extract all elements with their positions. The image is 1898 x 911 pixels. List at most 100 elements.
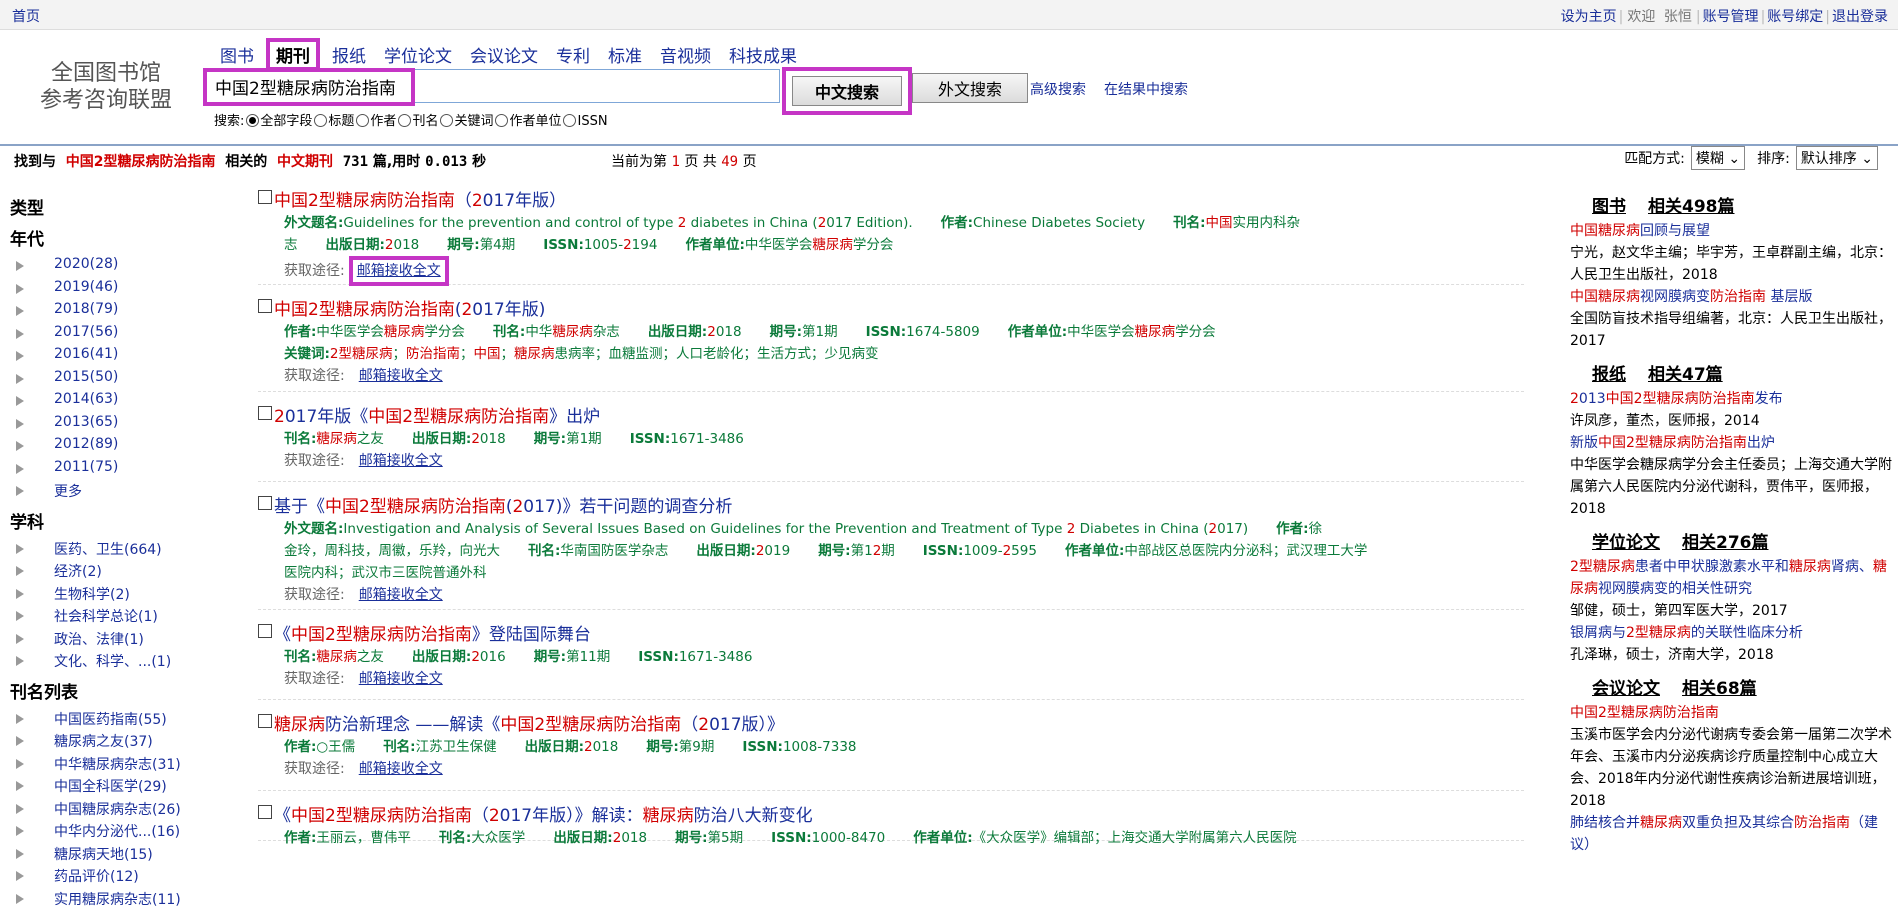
result-title-link[interactable]: 基于《中国2型糖尿病防治指南(2017)》若干问题的调查分析 [274,497,732,517]
expand-triangle-icon[interactable] [16,441,24,451]
facet-item[interactable]: 生物科学(2) [10,584,230,607]
radio-icon[interactable] [314,114,327,127]
email-fulltext-link[interactable]: 邮箱接收全文 [359,587,443,603]
email-fulltext-link[interactable]: 邮箱接收全文 [359,453,443,469]
result-title-link[interactable]: 中国2型糖尿病防治指南（2017年版） [274,191,566,211]
logo[interactable]: 全国图书馆 参考咨询联盟 [36,60,176,114]
expand-triangle-icon[interactable] [16,826,24,836]
related-header[interactable]: 会议论文相关68篇 [1570,678,1892,700]
expand-triangle-icon[interactable] [16,351,24,361]
field-option[interactable]: ISSN [561,114,607,129]
tab-2[interactable]: 报纸 [326,40,372,69]
facet-item[interactable]: 中华糖尿病杂志(31) [10,754,230,777]
facet-item[interactable]: 2018(79) [10,301,230,324]
facet-link[interactable]: 中国全科医学(29) [54,779,167,795]
select-checkbox[interactable] [258,299,272,313]
expand-triangle-icon[interactable] [16,261,24,271]
select-checkbox[interactable] [258,805,272,819]
expand-triangle-icon[interactable] [16,849,24,859]
tab-4[interactable]: 会议论文 [464,40,544,69]
result-title-link[interactable]: 《中国2型糖尿病防治指南（2017年版）》解读：糖尿病防治八大新变化 [274,806,813,826]
email-fulltext-link[interactable]: 邮箱接收全文 [359,671,443,687]
facet-item[interactable]: 糖尿病天地(15) [10,844,230,867]
facet-item[interactable]: 2016(41) [10,346,230,369]
tab-5[interactable]: 专利 [550,40,596,69]
advanced-search-link[interactable]: 高级搜索 [1030,82,1086,98]
field-option[interactable]: 刊名 [396,114,438,129]
facet-item[interactable]: 2019(46) [10,279,230,302]
facet-link[interactable]: 社会科学总论(1) [54,609,158,625]
facet-link[interactable]: 政治、法律(1) [54,632,144,648]
radio-icon[interactable] [356,114,369,127]
expand-triangle-icon[interactable] [16,589,24,599]
expand-triangle-icon[interactable] [16,306,24,316]
account-bind-link[interactable]: 账号绑定 [1767,9,1823,25]
facet-link[interactable]: 糖尿病之友(37) [54,734,153,750]
tab-8[interactable]: 科技成果 [723,40,803,69]
facet-item[interactable]: 经济(2) [10,561,230,584]
search-box[interactable] [204,69,780,103]
facet-item[interactable]: 中华内分泌代...(16) [10,821,230,844]
facet-link[interactable]: 实用糖尿病杂志(11) [54,892,181,908]
select-checkbox[interactable] [258,714,272,728]
expand-triangle-icon[interactable] [16,656,24,666]
facet-link[interactable]: 中华内分泌代...(16) [54,824,180,840]
foreign-search-button[interactable]: 外文搜索 [912,73,1028,103]
field-option[interactable]: 全部字段 [244,114,312,129]
select-checkbox[interactable] [258,406,272,420]
related-header[interactable]: 报纸相关47篇 [1570,364,1892,386]
facet-link[interactable]: 2013(65) [54,414,118,430]
tab-3[interactable]: 学位论文 [378,40,458,69]
facet-link[interactable]: 更多 [54,484,82,500]
facet-type-header[interactable]: 类型 [10,194,230,219]
facet-link[interactable]: 中国医药指南(55) [54,712,167,728]
facet-item[interactable]: 医药、卫生(664) [10,539,230,562]
facet-item[interactable]: 2015(50) [10,369,230,392]
facet-item[interactable]: 实用糖尿病杂志(11) [10,889,230,911]
related-header[interactable]: 学位论文相关276篇 [1570,532,1892,554]
chinese-search-button[interactable]: 中文搜索 [792,76,902,106]
facet-link[interactable]: 中国糖尿病杂志(26) [54,802,181,818]
facet-item[interactable]: 政治、法律(1) [10,629,230,652]
related-item-link[interactable]: 中国2型糖尿病防治指南 [1570,702,1892,724]
expand-triangle-icon[interactable] [16,544,24,554]
field-option[interactable]: 标题 [312,114,354,129]
expand-triangle-icon[interactable] [16,736,24,746]
logout-link[interactable]: 退出登录 [1832,9,1888,25]
facet-link[interactable]: 中华糖尿病杂志(31) [54,757,181,773]
tab-1[interactable]: 期刊 [266,38,320,71]
field-option[interactable]: 作者 [354,114,396,129]
expand-triangle-icon[interactable] [16,894,24,904]
facet-link[interactable]: 2011(75) [54,459,118,475]
select-checkbox[interactable] [258,496,272,510]
facet-item[interactable]: 2013(65) [10,414,230,437]
expand-triangle-icon[interactable] [16,714,24,724]
facet-link[interactable]: 2015(50) [54,369,118,385]
tab-0[interactable]: 图书 [214,40,260,69]
result-title-link[interactable]: 糖尿病防治新理念 ——解读《中国2型糖尿病防治指南（2017版）》 [274,715,784,735]
related-item-link[interactable]: 2013中国2型糖尿病防治指南发布 [1570,388,1892,410]
match-select[interactable]: 模糊 ⌄ [1691,146,1745,170]
set-homepage-link[interactable]: 设为主页 [1561,9,1617,25]
facet-item[interactable]: 2014(63) [10,391,230,414]
facet-item[interactable]: 更多 [10,481,230,504]
field-option[interactable]: 关键词 [438,114,493,129]
facet-item[interactable]: 社会科学总论(1) [10,606,230,629]
expand-triangle-icon[interactable] [16,611,24,621]
related-item-link[interactable]: 中国糖尿病视网膜病变防治指南 基层版 [1570,286,1892,308]
expand-triangle-icon[interactable] [16,871,24,881]
radio-icon[interactable] [495,114,508,127]
expand-triangle-icon[interactable] [16,374,24,384]
sort-select[interactable]: 默认排序 ⌄ [1796,146,1878,170]
result-title-link[interactable]: 2017年版《中国2型糖尿病防治指南》出炉 [274,407,600,427]
related-header[interactable]: 图书相关498篇 [1570,196,1892,218]
expand-triangle-icon[interactable] [16,329,24,339]
expand-triangle-icon[interactable] [16,396,24,406]
email-fulltext-link[interactable]: 邮箱接收全文 [359,761,443,777]
account-manage-link[interactable]: 账号管理 [1703,9,1759,25]
expand-triangle-icon[interactable] [16,759,24,769]
facet-item[interactable]: 中国全科医学(29) [10,776,230,799]
email-fulltext-link[interactable]: 邮箱接收全文 [357,263,441,279]
expand-triangle-icon[interactable] [16,781,24,791]
facet-item[interactable]: 2020(28) [10,256,230,279]
